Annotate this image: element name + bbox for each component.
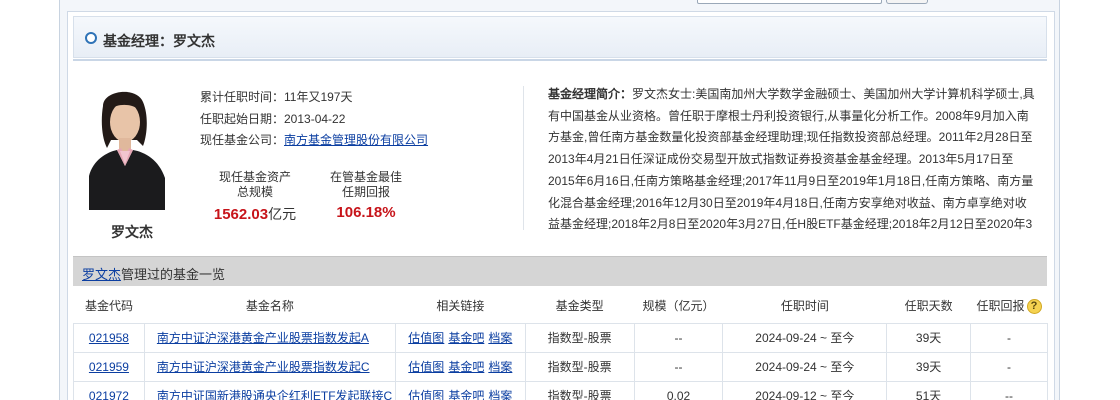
return-label-line1: 在管基金最佳 xyxy=(329,170,402,184)
fund-days-cell: 39天 xyxy=(886,351,972,382)
table-header-row: 基金代码 基金名称 相关链接 基金类型 规模（亿元） 任职时间 任职天数 任职回… xyxy=(73,289,1048,324)
valuation-chart-link[interactable]: 估值图 xyxy=(408,389,444,400)
fund-list-title: 罗文杰管理过的基金一览 xyxy=(82,264,225,283)
manager-photo xyxy=(89,88,165,210)
fund-size-cell: -- xyxy=(633,322,724,353)
fund-period-cell: 2024-09-24 ~ 至今 xyxy=(722,351,888,382)
fund-size-cell: -- xyxy=(633,351,724,382)
fund-links-cell: 估值图 基金吧 档案 xyxy=(394,380,526,400)
fund-return-cell: - xyxy=(970,351,1048,382)
assets-label-line1: 现任基金资产 xyxy=(218,170,291,184)
return-label: 在管基金最佳 任期回报 xyxy=(311,170,421,200)
fund-code-link[interactable]: 021972 xyxy=(89,389,129,400)
table-row: 021959 南方中证沪深港黄金产业股票指数发起C 估值图 基金吧 档案 指数型-股… xyxy=(73,351,1048,382)
assets-value: 1562.03亿元 xyxy=(200,204,310,224)
return-label-line2: 任期回报 xyxy=(341,185,390,199)
company-label: 现任基金公司： xyxy=(200,133,285,147)
col-header-return-label: 任职回报 xyxy=(976,299,1025,314)
fund-period-cell: 2024-09-24 ~ 至今 xyxy=(722,322,888,353)
valuation-chart-link[interactable]: 估值图 xyxy=(408,360,444,374)
assets-unit: 亿元 xyxy=(268,206,297,222)
fund-type-cell: 指数型-股票 xyxy=(524,322,635,353)
fund-code-cell: 021959 xyxy=(73,351,145,382)
table-row: 021972 南方中证国新港股通央企红利ETF发起联接C 估值图 基金吧 档案 指数… xyxy=(73,380,1048,400)
col-header-return: 任职回报? xyxy=(970,289,1048,324)
col-header-code: 基金代码 xyxy=(73,289,145,324)
page-title: 基金经理：罗文杰 xyxy=(103,33,215,49)
assets-label: 现任基金资产 总规模 xyxy=(200,170,310,200)
fund-table: 基金代码 基金名称 相关链接 基金类型 规模（亿元） 任职时间 任职天数 任职回… xyxy=(73,289,1048,400)
top-search-button[interactable] xyxy=(886,0,928,4)
fund-name-link[interactable]: 南方中证沪深港黄金产业股票指数发起C xyxy=(157,360,370,374)
title-bar: 基金经理：罗文杰 xyxy=(73,16,1047,58)
company-link[interactable]: 南方基金管理股份有限公司 xyxy=(284,133,428,147)
fund-code-cell: 021972 xyxy=(73,380,145,400)
fund-list-title-rest: 管理过的基金一览 xyxy=(121,267,226,282)
col-header-name: 基金名称 xyxy=(144,289,396,324)
fund-forum-link[interactable]: 基金吧 xyxy=(448,360,484,374)
circle-bullet-icon xyxy=(85,32,97,44)
manager-name: 罗文杰 xyxy=(111,224,153,240)
vertical-divider xyxy=(523,86,524,230)
fund-code-cell: 021958 xyxy=(73,322,145,353)
fund-days-cell: 51天 xyxy=(886,380,972,400)
fund-profile-link[interactable]: 档案 xyxy=(488,389,512,400)
fund-days-cell: 39天 xyxy=(886,322,972,353)
fund-type-cell: 指数型-股票 xyxy=(524,380,635,400)
bio-content: 罗文杰女士:美国南加州大学数学金融硕士、美国加州大学计算机科学硕士,具有中国基金… xyxy=(548,87,1035,232)
fund-return-cell: - xyxy=(970,322,1048,353)
col-header-days: 任职天数 xyxy=(886,289,971,324)
fund-code-link[interactable]: 021959 xyxy=(89,360,129,374)
col-header-period: 任职时间 xyxy=(722,289,887,324)
fund-name-cell: 南方中证沪深港黄金产业股票指数发起C xyxy=(143,351,396,382)
fund-code-link[interactable]: 021958 xyxy=(89,331,129,345)
bio-text: 基金经理简介：罗文杰女士:美国南加州大学数学金融硕士、美国加州大学计算机科学硕士… xyxy=(548,84,1038,236)
tenure-total: 累计任职时间：11年又197天 xyxy=(200,90,353,104)
return-value: 106.18% xyxy=(336,204,396,221)
fund-links-cell: 估值图 基金吧 档案 xyxy=(394,322,526,353)
fund-links-cell: 估值图 基金吧 档案 xyxy=(394,351,526,382)
fund-type-cell: 指数型-股票 xyxy=(524,351,635,382)
start-date: 任职起始日期：2013-04-22 xyxy=(200,112,346,126)
valuation-chart-link[interactable]: 估值图 xyxy=(408,331,444,345)
fund-name-link[interactable]: 南方中证沪深港黄金产业股票指数发起A xyxy=(157,331,369,345)
fund-profile-link[interactable]: 档案 xyxy=(488,331,512,345)
col-header-size: 规模（亿元） xyxy=(634,289,723,324)
company-line: 现任基金公司：南方基金管理股份有限公司 xyxy=(200,131,428,148)
table-row: 021958 南方中证沪深港黄金产业股票指数发起A 估值图 基金吧 档案 指数型-股… xyxy=(73,322,1048,353)
fund-return-cell: -- xyxy=(970,380,1048,400)
fund-forum-link[interactable]: 基金吧 xyxy=(448,331,484,345)
title-underline xyxy=(73,59,1047,61)
fund-list-header: 罗文杰管理过的基金一览 xyxy=(73,256,1047,286)
col-header-type: 基金类型 xyxy=(525,289,635,324)
assets-label-line2: 总规模 xyxy=(236,185,273,199)
fund-profile-link[interactable]: 档案 xyxy=(488,360,512,374)
fund-name-cell: 南方中证沪深港黄金产业股票指数发起A xyxy=(143,322,396,353)
fund-forum-link[interactable]: 基金吧 xyxy=(448,389,484,400)
col-header-links: 相关链接 xyxy=(395,289,526,324)
assets-number: 1562.03 xyxy=(213,206,269,223)
help-icon[interactable]: ? xyxy=(1026,299,1042,315)
fund-period-cell: 2024-09-12 ~ 至今 xyxy=(722,380,888,400)
fund-name-cell: 南方中证国新港股通央企红利ETF发起联接C xyxy=(143,380,396,400)
fund-size-cell: 0.02 xyxy=(633,380,724,400)
manager-name-link[interactable]: 罗文杰 xyxy=(82,267,121,282)
top-search-input[interactable] xyxy=(697,0,882,4)
bio-label: 基金经理简介： xyxy=(548,87,633,101)
fund-name-link[interactable]: 南方中证国新港股通央企红利ETF发起联接C xyxy=(157,389,392,400)
